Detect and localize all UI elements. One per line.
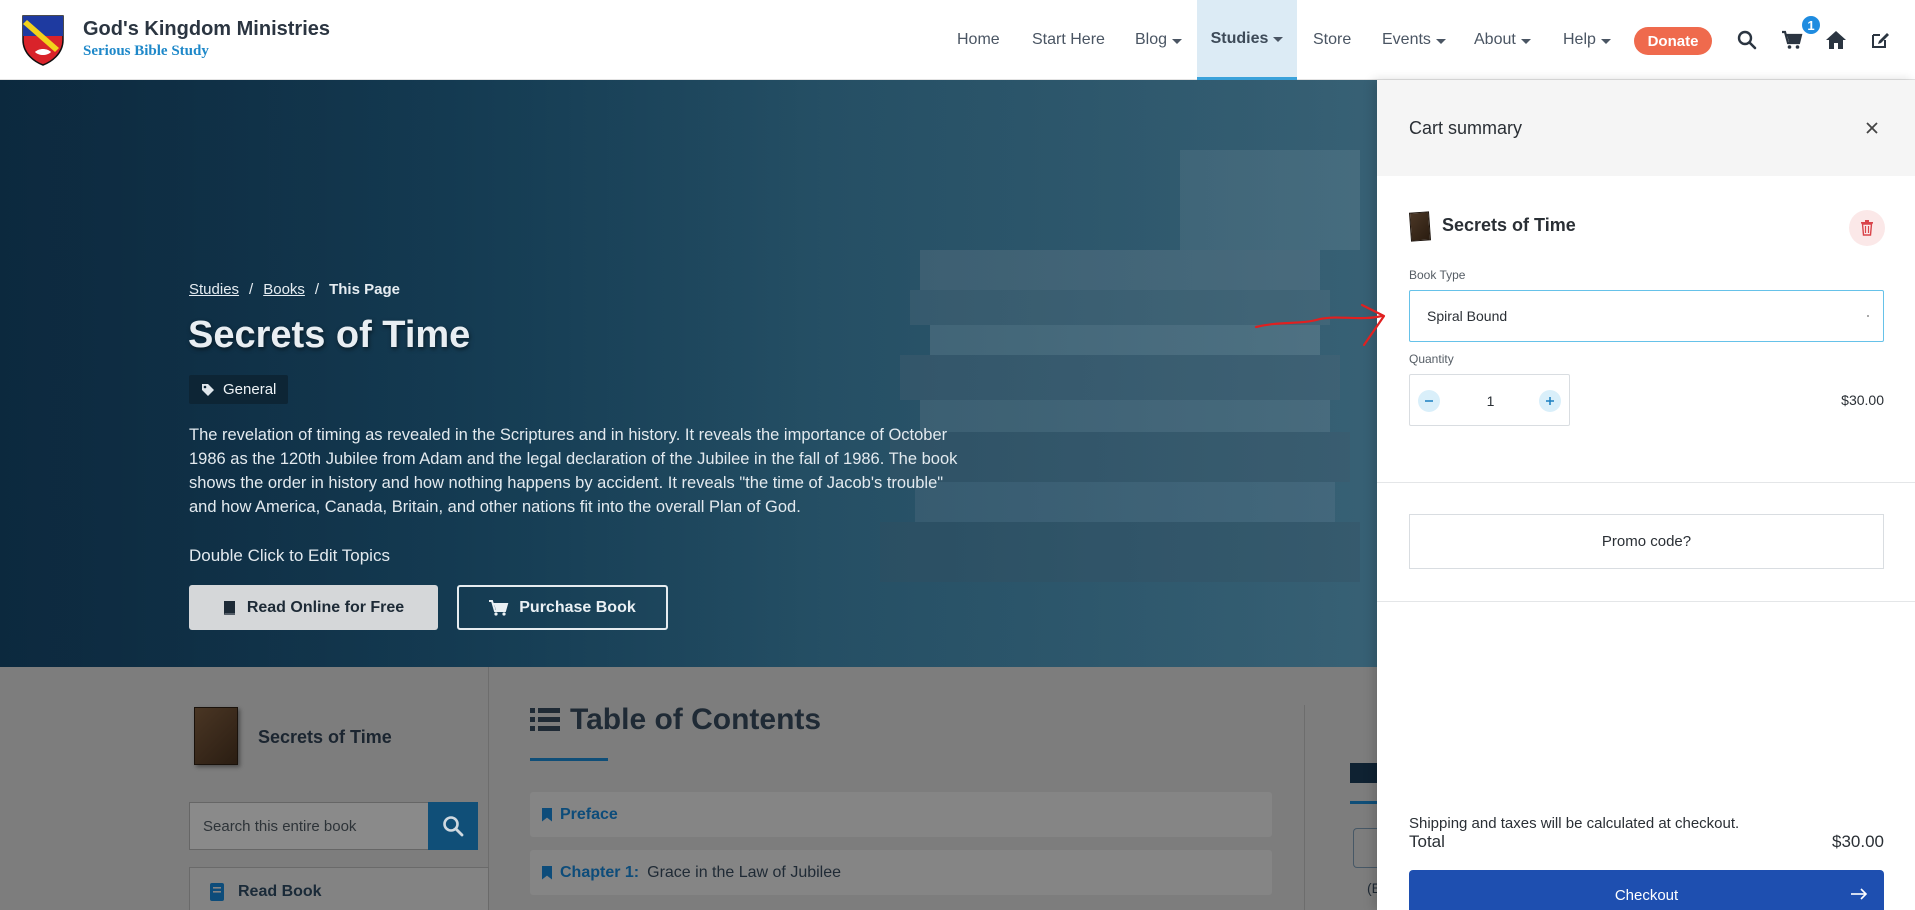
right-column-box[interactable]	[1353, 828, 1377, 868]
cart-icon	[489, 599, 509, 616]
tag-icon	[202, 383, 214, 396]
book-description: The revelation of timing as revealed in …	[189, 426, 958, 516]
nav-start-here[interactable]: Start Here	[1032, 0, 1105, 80]
promo-code-button[interactable]: Promo code?	[1409, 514, 1884, 569]
donate-button[interactable]: Donate	[1634, 27, 1712, 55]
edit-topics-hint[interactable]: Double Click to Edit Topics	[189, 546, 390, 566]
remove-item-button[interactable]	[1849, 210, 1885, 246]
search-icon	[443, 816, 464, 837]
bookmark-icon	[542, 865, 552, 880]
ministry-shield-logo[interactable]	[21, 14, 65, 66]
breadcrumb-studies[interactable]: Studies	[189, 281, 239, 298]
quantity-label: Quantity	[1409, 352, 1454, 366]
chevron-down-icon	[1172, 38, 1183, 44]
hero-overlay	[0, 80, 1377, 667]
list-icon	[530, 708, 560, 731]
annotation-arrow-icon	[1254, 303, 1386, 347]
breadcrumb: Studies / Books / This Page	[189, 281, 400, 298]
brand-title[interactable]: God's Kingdom Ministries	[83, 18, 330, 41]
right-column: (E (N	[1304, 705, 1377, 910]
home-icon[interactable]	[1824, 28, 1848, 52]
total-label: Total	[1409, 832, 1445, 851]
cart-divider	[1377, 601, 1915, 602]
language-icon[interactable]	[1350, 763, 1377, 783]
book-search-button[interactable]	[428, 802, 478, 850]
chevron-down-icon	[1435, 38, 1446, 44]
cart-icon[interactable]	[1780, 28, 1804, 52]
quantity-stepper: 1	[1409, 374, 1570, 426]
book-sidebar: Secrets of Time Search this entire book …	[189, 667, 489, 910]
nav-blog[interactable]: Blog	[1135, 0, 1183, 80]
chevron-down-icon	[1273, 37, 1284, 42]
nav-home[interactable]: Home	[957, 0, 1000, 80]
edit-icon[interactable]	[1868, 28, 1892, 52]
checkout-button[interactable]: Checkout	[1409, 870, 1884, 910]
line-item-price: $30.00	[1841, 392, 1884, 408]
toc-row-preface[interactable]: Preface	[530, 792, 1272, 837]
chevron-down-icon	[1520, 38, 1531, 44]
select-caret-icon	[1867, 315, 1869, 317]
cart-count-badge: 1	[1800, 14, 1822, 36]
right-column-line-1: (E	[1367, 880, 1377, 896]
nav-help[interactable]: Help	[1563, 0, 1611, 80]
nav-events[interactable]: Events	[1382, 0, 1446, 80]
breadcrumb-books[interactable]: Books	[263, 281, 305, 298]
page-content-dimmed: Secrets of Time Search this entire book …	[0, 667, 1377, 910]
read-book-link[interactable]: Read Book	[189, 867, 489, 910]
cart-title: Cart summary	[1409, 118, 1523, 138]
book-icon	[210, 883, 224, 901]
sidebar-book-title: Secrets of Time	[258, 727, 392, 747]
shipping-note: Shipping and taxes will be calculated at…	[1409, 815, 1740, 832]
chevron-down-icon	[1600, 38, 1611, 44]
topic-tag[interactable]: General	[189, 375, 289, 404]
toc-underline	[530, 758, 608, 761]
purchase-book-button[interactable]: Purchase Book	[457, 585, 668, 630]
plus-icon	[1546, 397, 1554, 405]
cart-header: Cart summary	[1377, 80, 1915, 176]
trash-icon	[1861, 220, 1873, 236]
cart-divider	[1377, 482, 1915, 483]
close-icon[interactable]	[1860, 116, 1884, 140]
cart-summary-panel: Cart summary Secrets of Time Book Type S…	[1377, 80, 1915, 910]
cart-item-thumbnail	[1409, 211, 1431, 242]
breadcrumb-current: This Page	[329, 281, 400, 298]
total-value: $30.00	[1832, 832, 1884, 851]
nav-about[interactable]: About	[1474, 0, 1531, 80]
book-type-select[interactable]: Spiral Bound	[1409, 290, 1884, 342]
breadcrumb-separator: /	[249, 281, 254, 298]
breadcrumb-separator: /	[314, 281, 320, 298]
decrease-quantity-button[interactable]	[1418, 390, 1440, 412]
nav-store[interactable]: Store	[1313, 0, 1351, 80]
book-cover-thumbnail	[194, 707, 238, 765]
page-title: Secrets of Time	[188, 314, 471, 356]
read-online-button[interactable]: Read Online for Free	[189, 585, 438, 630]
toc-row-chapter-1[interactable]: Chapter 1: Grace in the Law of Jubilee	[530, 850, 1272, 895]
book-search-input[interactable]: Search this entire book	[189, 802, 429, 850]
arrow-right-icon	[1851, 888, 1868, 900]
topic-tag-label: General	[223, 381, 277, 398]
right-column-underline	[1350, 801, 1377, 804]
bookmark-icon	[542, 807, 552, 822]
site-header: God's Kingdom Ministries Serious Bible S…	[0, 0, 1915, 80]
book-type-label: Book Type	[1409, 268, 1466, 282]
minus-icon	[1425, 400, 1433, 402]
hero-banner: Studies / Books / This Page Secrets of T…	[0, 80, 1377, 667]
nav-studies[interactable]: Studies	[1197, 0, 1297, 80]
cart-item-title: Secrets of Time	[1442, 215, 1576, 235]
toc-heading: Table of Contents	[530, 703, 821, 737]
book-icon	[223, 600, 235, 615]
brand-subtitle[interactable]: Serious Bible Study	[83, 43, 209, 60]
increase-quantity-button[interactable]	[1539, 390, 1561, 412]
search-icon[interactable]	[1735, 28, 1759, 52]
